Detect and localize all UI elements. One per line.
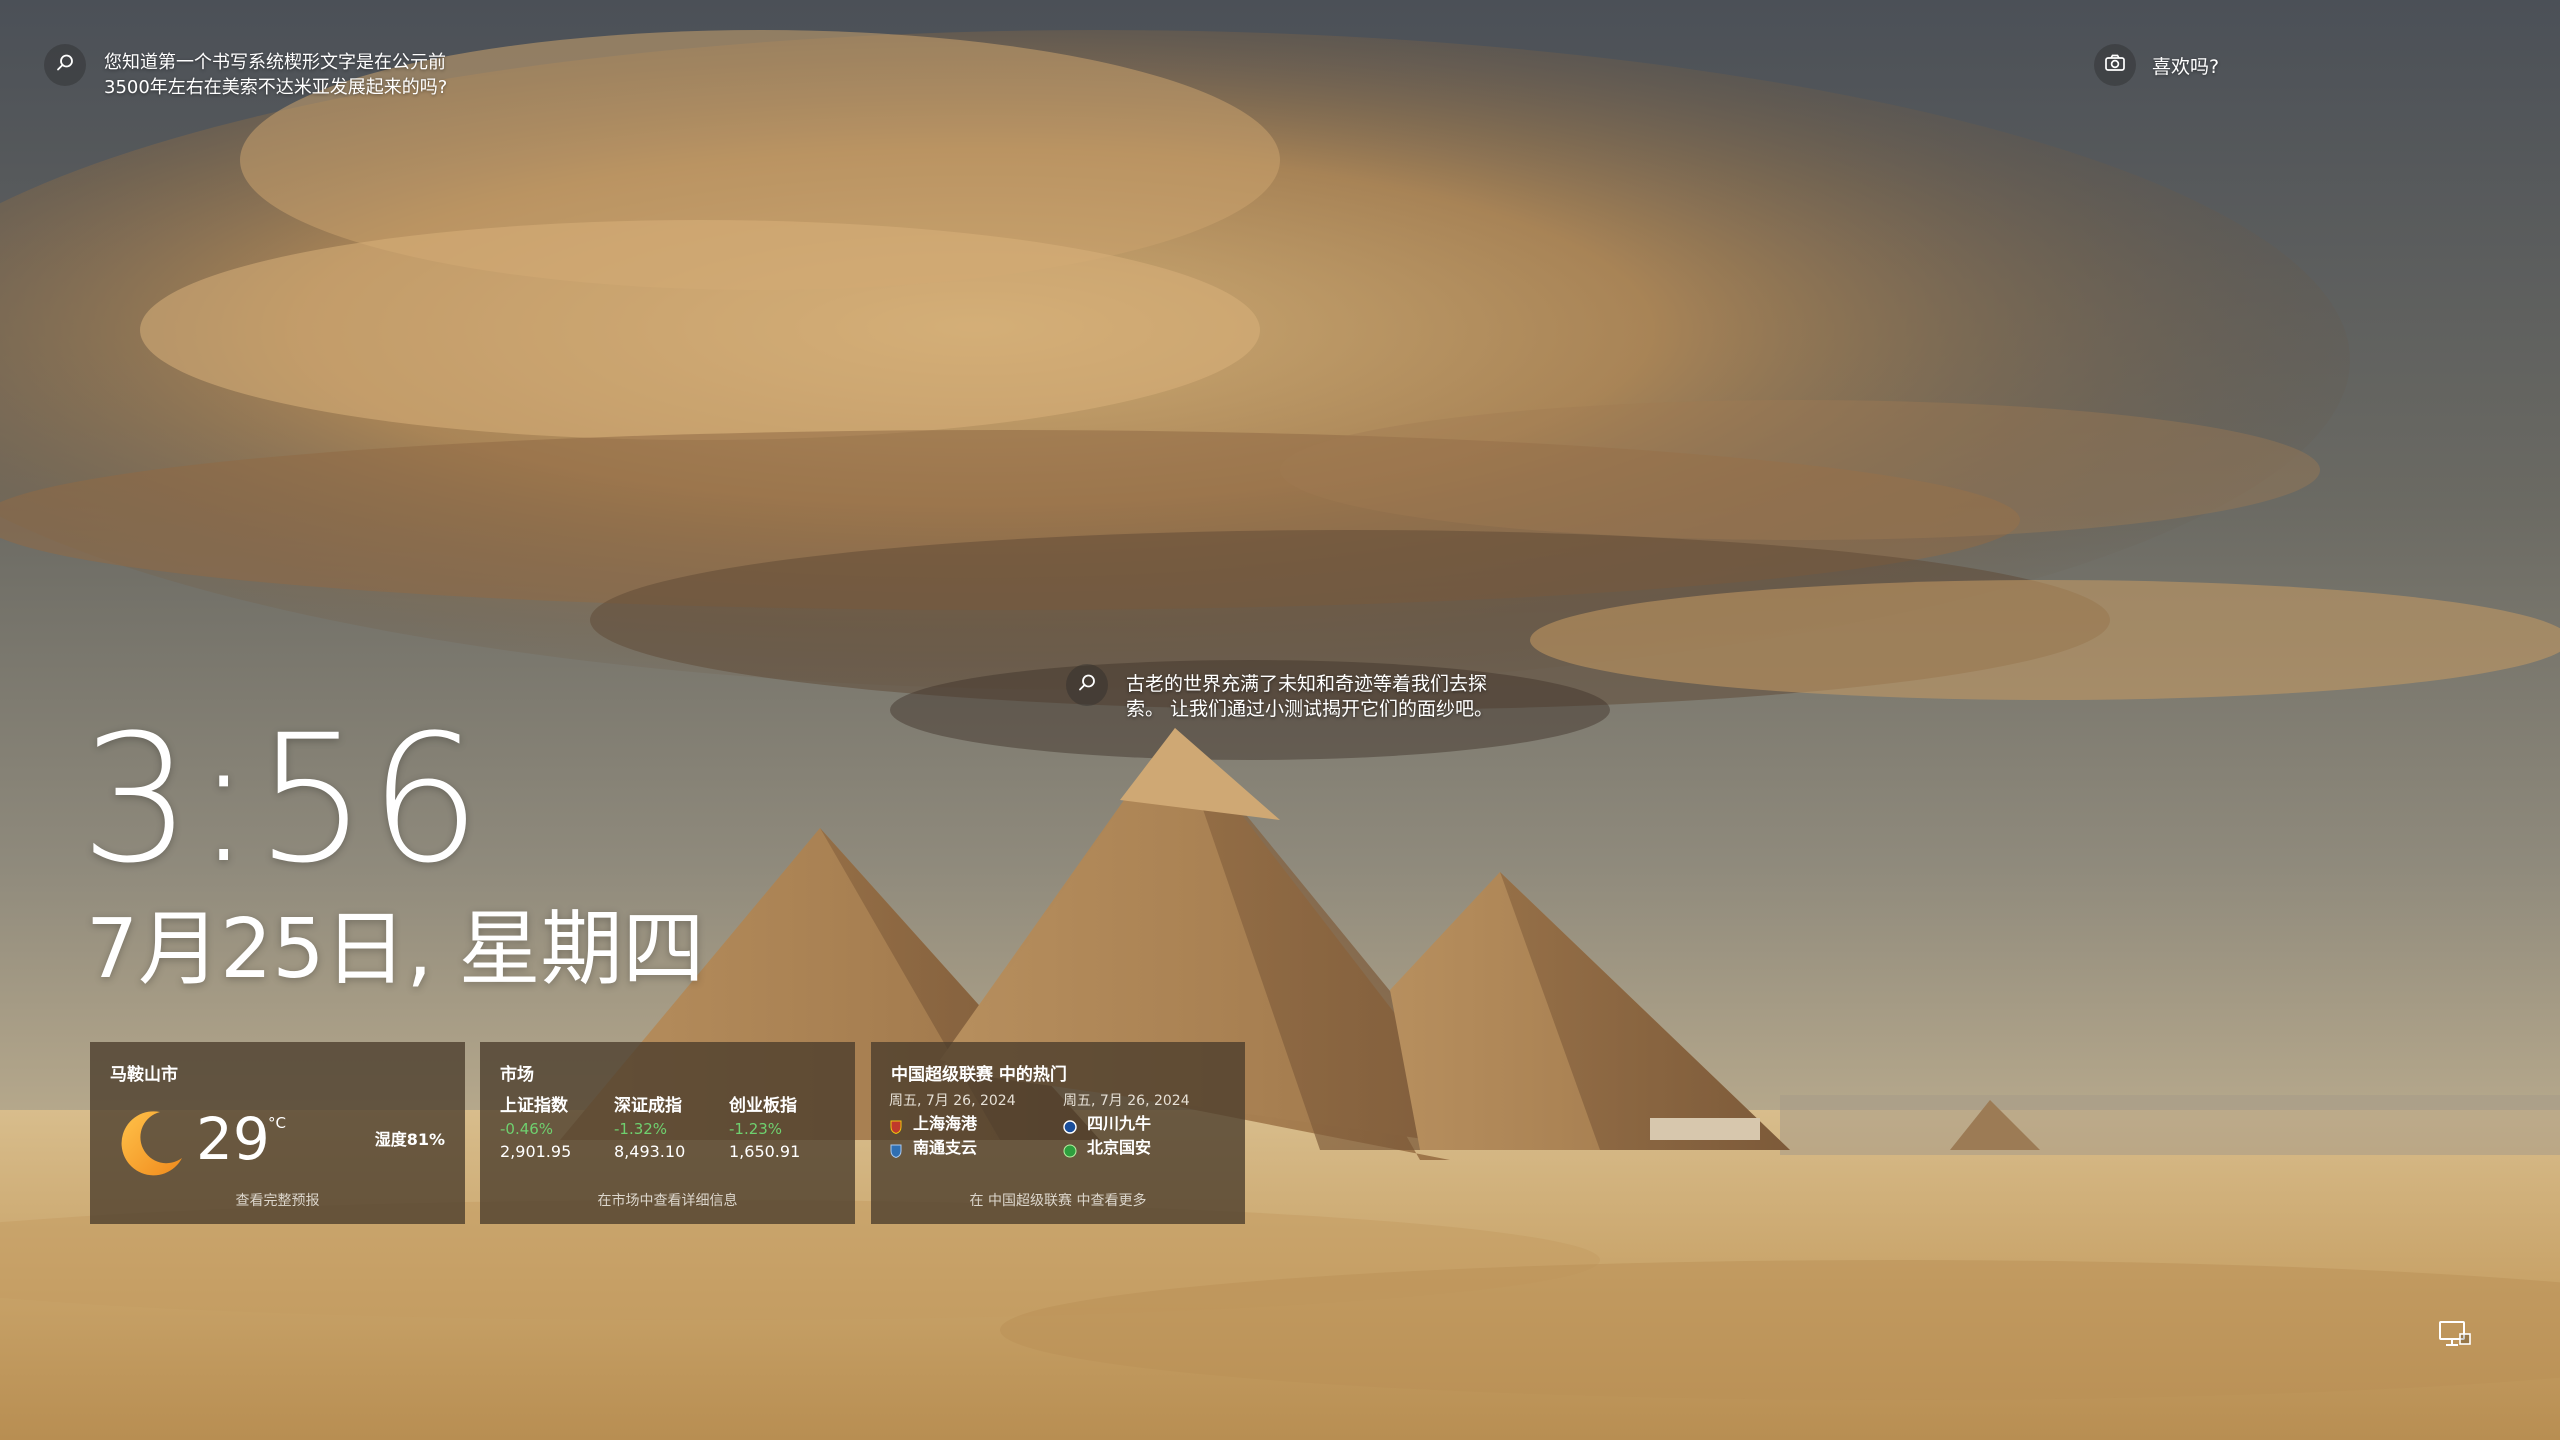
market-details-link[interactable]: 在市场中查看详细信息 bbox=[480, 1190, 855, 1210]
fact-text[interactable]: 您知道第一个书写系统楔形文字是在公元前3500年左右在美索不达米亚发展起来的吗? bbox=[104, 50, 474, 100]
search-icon bbox=[55, 53, 75, 77]
fact-search-button[interactable] bbox=[44, 44, 86, 86]
spotlight-hotspot[interactable]: 古老的世界充满了未知和奇迹等着我们去探索。 让我们通过小测试揭开它们的面纱吧。 bbox=[1066, 664, 1496, 722]
stock-name: 深证成指 bbox=[614, 1096, 682, 1116]
match-date: 周五, 7月 26, 2024 bbox=[889, 1093, 1016, 1109]
team-row: 上海海港 bbox=[889, 1112, 1059, 1136]
team-crest-icon bbox=[889, 1117, 903, 1135]
team-crest-icon bbox=[1063, 1141, 1077, 1158]
like-label[interactable]: 喜欢吗? bbox=[2152, 52, 2219, 79]
weather-card[interactable]: 马鞍山市 29 °C 湿度81% 查看完整预报 bbox=[90, 1042, 465, 1224]
stock-name: 创业板指 bbox=[729, 1096, 797, 1116]
search-icon bbox=[1077, 673, 1097, 697]
stock-value: 1,650.91 bbox=[729, 1142, 801, 1161]
sports-more-link[interactable]: 在 中国超级联赛 中查看更多 bbox=[871, 1190, 1245, 1210]
team-name: 上海海港 bbox=[913, 1114, 978, 1133]
team-name: 北京国安 bbox=[1087, 1138, 1152, 1157]
stock-item: 创业板指 -1.23% 1,650.91 bbox=[729, 1094, 839, 1164]
match-item[interactable]: 周五, 7月 26, 2024 四川九牛 北京国安 bbox=[1063, 1090, 1233, 1160]
spotlight-fact[interactable]: 您知道第一个书写系统楔形文字是在公元前3500年左右在美索不达米亚发展起来的吗? bbox=[44, 44, 474, 100]
stock-item: 深证成指 -1.32% 8,493.10 bbox=[614, 1094, 724, 1164]
team-row: 四川九牛 bbox=[1063, 1112, 1233, 1136]
team-row: 北京国安 bbox=[1063, 1136, 1233, 1160]
stock-item: 上证指数 -0.46% 2,901.95 bbox=[500, 1094, 610, 1164]
hotspot-search-button[interactable] bbox=[1066, 664, 1108, 706]
stock-change: -1.32% bbox=[614, 1120, 668, 1138]
lockscreen-time: 3:56 bbox=[80, 697, 484, 902]
match-date: 周五, 7月 26, 2024 bbox=[1063, 1093, 1190, 1109]
hotspot-text[interactable]: 古老的世界充满了未知和奇迹等着我们去探索。 让我们通过小测试揭开它们的面纱吧。 bbox=[1126, 672, 1496, 722]
stock-value: 2,901.95 bbox=[500, 1142, 572, 1161]
camera-icon bbox=[2104, 53, 2126, 77]
match-item[interactable]: 周五, 7月 26, 2024 上海海港 南通支云 bbox=[889, 1090, 1059, 1160]
network-icon[interactable] bbox=[2438, 1320, 2472, 1354]
team-row: 南通支云 bbox=[889, 1136, 1059, 1160]
weather-forecast-link[interactable]: 查看完整预报 bbox=[90, 1190, 465, 1210]
like-camera-button[interactable] bbox=[2094, 44, 2136, 86]
weather-temperature: 29 bbox=[196, 1105, 270, 1173]
market-title: 市场 bbox=[500, 1065, 534, 1085]
lockscreen-date: 7月25日, 星期四 bbox=[86, 902, 705, 997]
stock-value: 8,493.10 bbox=[614, 1142, 686, 1161]
stock-change: -1.23% bbox=[729, 1120, 783, 1138]
market-card[interactable]: 市场 上证指数 -0.46% 2,901.95 深证成指 -1.32% 8,49… bbox=[480, 1042, 855, 1224]
sports-card[interactable]: 中国超级联赛 中的热门 周五, 7月 26, 2024 上海海港 南通支云 周五… bbox=[871, 1042, 1245, 1224]
weather-city: 马鞍山市 bbox=[110, 1065, 178, 1085]
weather-unit: °C bbox=[268, 1114, 286, 1132]
spotlight-like[interactable]: 喜欢吗? bbox=[2094, 44, 2219, 86]
stock-change: -0.46% bbox=[500, 1120, 554, 1138]
team-crest-icon bbox=[889, 1141, 903, 1159]
team-name: 四川九牛 bbox=[1087, 1114, 1152, 1133]
team-name: 南通支云 bbox=[913, 1138, 978, 1157]
sports-title: 中国超级联赛 中的热门 bbox=[891, 1065, 1067, 1085]
team-crest-icon bbox=[1063, 1117, 1077, 1134]
moon-icon bbox=[112, 1106, 188, 1186]
stock-name: 上证指数 bbox=[500, 1096, 568, 1116]
weather-humidity: 湿度81% bbox=[374, 1130, 445, 1149]
